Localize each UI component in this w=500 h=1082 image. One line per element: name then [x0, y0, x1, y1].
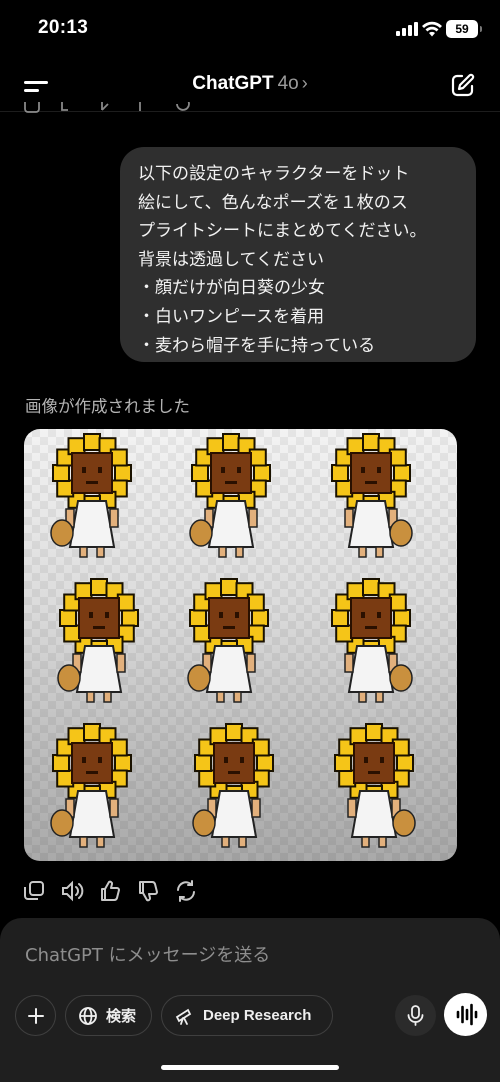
sunflower-girl-sprite — [189, 433, 271, 558]
composer: 検索 Deep Research — [0, 918, 500, 1082]
status-bar: 20:13 59 — [0, 0, 500, 60]
user-message-line: 絵にして、色んなポーズを１枚のス — [138, 192, 408, 213]
user-message-line: プライトシートにまとめてください。 — [138, 221, 427, 242]
search-button[interactable]: 検索 — [65, 995, 152, 1036]
voice-mode-button[interactable] — [444, 993, 487, 1036]
cellular-signal-icon — [396, 22, 418, 36]
image-created-status: 画像が作成されました — [25, 397, 190, 416]
user-message-line: 以下の設定のキャラクターをドット — [138, 164, 410, 184]
user-message-bubble: 以下の設定のキャラクターをドット 絵にして、色んなポーズを１枚のス プライトシー… — [120, 147, 476, 362]
plus-icon — [27, 1007, 44, 1024]
sunflower-girl-sprite — [57, 578, 139, 703]
chevron-right-icon: › — [301, 73, 308, 93]
wifi-icon — [422, 21, 442, 37]
sunflower-girl-sprite — [187, 578, 269, 703]
sunflower-girl-sprite — [331, 578, 413, 703]
generated-image[interactable] — [24, 429, 457, 861]
globe-icon — [79, 1006, 97, 1025]
status-time: 20:13 — [38, 17, 89, 38]
previous-message-actions — [24, 102, 190, 113]
user-message-line: ・顔だけが向日葵の少女 — [138, 278, 325, 299]
deep-research-button[interactable]: Deep Research — [161, 995, 333, 1036]
user-message-line: ・麦わら帽子を手に持っている — [138, 335, 376, 356]
thumbs-down-icon[interactable] — [136, 878, 160, 904]
user-message-line: 背景は透過してください — [138, 249, 324, 270]
message-input[interactable] — [25, 940, 465, 970]
telescope-icon — [175, 1008, 192, 1025]
app-title: ChatGPT — [192, 73, 274, 94]
thumbs-up-icon[interactable] — [98, 878, 122, 904]
sunflower-girl-sprite — [50, 723, 132, 848]
search-label: 検索 — [106, 1008, 137, 1025]
model-name: 4o — [277, 73, 299, 94]
sunflower-girl-sprite — [334, 723, 416, 848]
deep-research-label: Deep Research — [203, 1007, 312, 1024]
mic-icon — [407, 1005, 424, 1026]
sunflower-girl-sprite — [50, 433, 132, 558]
voice-wave-icon — [456, 1003, 478, 1026]
sunflower-girl-sprite — [192, 723, 274, 848]
mic-button[interactable] — [395, 995, 436, 1036]
home-indicator — [161, 1065, 339, 1070]
speaker-icon[interactable] — [60, 878, 84, 904]
sunflower-girl-sprite — [331, 433, 413, 558]
edit-icon[interactable] — [450, 72, 476, 98]
model-selector[interactable]: ChatGPT 4o › — [0, 73, 500, 95]
attach-button[interactable] — [15, 995, 56, 1036]
user-message-line: ・白いワンピースを着用 — [138, 306, 325, 327]
battery-indicator: 59 — [446, 20, 482, 38]
copy-icon[interactable] — [22, 878, 46, 904]
regenerate-icon[interactable] — [174, 878, 198, 904]
